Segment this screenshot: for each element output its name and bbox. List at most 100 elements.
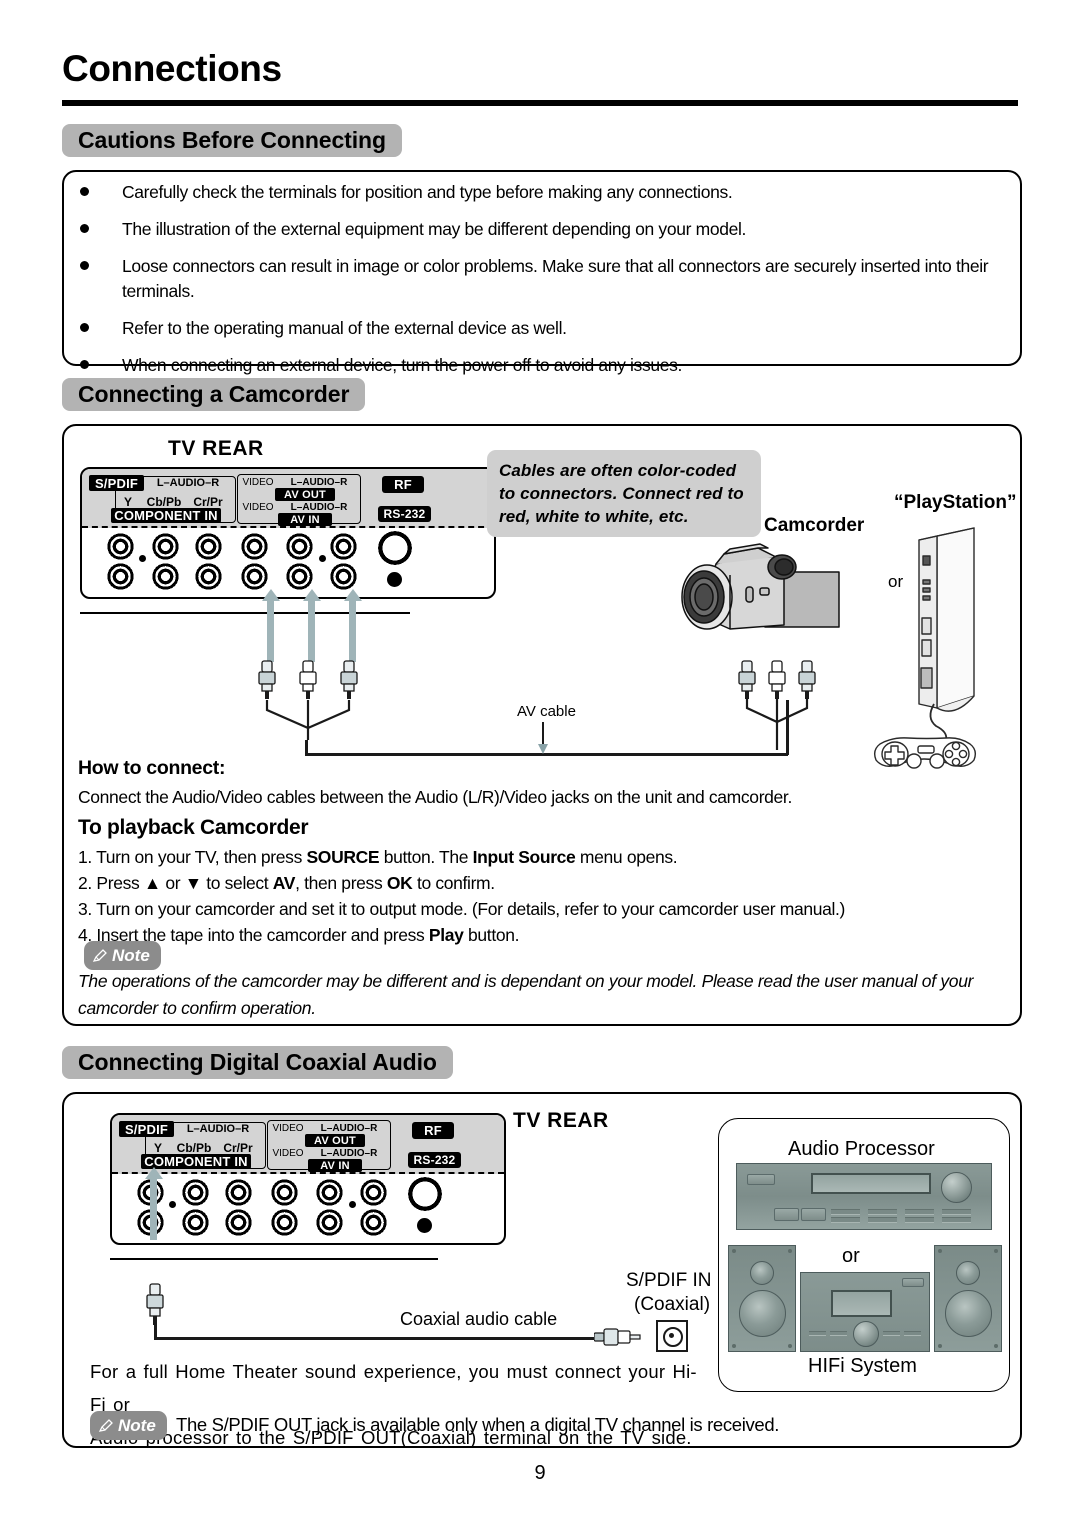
pencil-icon — [98, 1418, 113, 1432]
spdif-connection-arrow-head-icon — [145, 1167, 163, 1179]
hifi-button — [902, 1278, 924, 1287]
video-label-in: VIDEO — [272, 1148, 304, 1159]
speaker-right-illustration — [934, 1245, 1002, 1352]
step-number: 3. — [78, 899, 92, 919]
step-text-mid: button. The — [379, 847, 473, 867]
list-item: Loose connectors can result in image or … — [80, 254, 1020, 304]
spdif-in-jack — [656, 1320, 688, 1352]
list-item: Refer to the operating manual of the ext… — [80, 316, 1020, 341]
step-text: Press ▲ or ▼ to select — [96, 873, 273, 893]
av-cable-split-tv — [265, 700, 351, 740]
spdif-label: S/PDIF — [119, 1121, 174, 1137]
tv-rear-label-coaxial: TV REAR — [513, 1109, 609, 1132]
hifi-system-label: HIFi System — [808, 1355, 917, 1377]
list-item-text: Refer to the operating manual of the ext… — [122, 318, 567, 338]
step-item: 2. Press ▲ or ▼ to select AV, then press… — [78, 870, 978, 896]
l-audio-r-label-component: L–AUDIO–R — [186, 1122, 250, 1135]
section-heading-camcorder: Connecting a Camcorder — [62, 378, 366, 411]
coaxial-body-text: For a full Home Theater sound experience… — [90, 1355, 710, 1454]
jack — [359, 1208, 388, 1237]
jack — [240, 562, 269, 591]
amp-slot — [868, 1209, 897, 1215]
jack — [106, 562, 135, 591]
list-item-text: The illustration of the external equipme… — [122, 219, 747, 239]
jack — [181, 1178, 210, 1207]
hifi-system-illustration — [800, 1272, 930, 1352]
jack — [151, 532, 180, 561]
amp-slot — [905, 1209, 934, 1215]
amp-button — [801, 1208, 826, 1221]
panel-dot-icon — [139, 555, 146, 562]
cr-pr-label: Cr/Pr — [193, 495, 223, 509]
note-label: Note — [112, 945, 150, 965]
connection-arrow — [308, 600, 315, 662]
rf-jack — [378, 531, 412, 565]
speaker-tweeter — [956, 1261, 980, 1285]
spdif-in-label: S/PDIF IN — [626, 1270, 712, 1291]
section-heading-cautions: Cautions Before Connecting — [62, 124, 402, 157]
jack — [270, 1208, 299, 1237]
av-in-label: AV IN — [308, 1159, 362, 1172]
amp-slot — [831, 1217, 860, 1223]
step-text-after: to confirm. — [412, 873, 495, 893]
panel-dot-icon — [319, 555, 326, 562]
cautions-bullet-list: Carefully check the terminals for positi… — [80, 180, 1020, 390]
video-label-out: VIDEO — [272, 1123, 304, 1134]
connection-arrow-head-icon — [344, 589, 362, 601]
speaker-tweeter — [750, 1261, 774, 1285]
rs232-jack — [387, 572, 402, 587]
jack — [194, 562, 223, 591]
step-number: 2. — [78, 873, 92, 893]
note-text-coaxial: The S/PDIF OUT jack is available only wh… — [176, 1414, 780, 1435]
list-item: Carefully check the terminals for positi… — [80, 180, 1020, 205]
step-item: 1. Turn on your TV, then press SOURCE bu… — [78, 844, 978, 870]
audio-processor-illustration — [736, 1163, 992, 1230]
av-in-label: AV IN — [278, 513, 332, 526]
cr-pr-label: Cr/Pr — [223, 1141, 253, 1155]
hifi-slot — [830, 1331, 847, 1336]
amp-slot — [942, 1209, 971, 1215]
coaxial-cable-label: Coaxial audio cable — [400, 1309, 558, 1329]
av-cable-label: AV cable — [517, 703, 576, 720]
coax-cable-horizontal — [154, 1337, 596, 1340]
bullet-dot-icon — [80, 323, 89, 332]
list-item-text: When connecting an external device, turn… — [122, 355, 683, 375]
speaker-woofer — [739, 1290, 786, 1337]
or-label-coaxial: or — [842, 1245, 860, 1267]
cable-color-tip-bubble: Cables are often color-coded to connecto… — [487, 450, 761, 537]
cb-pb-label: Cb/Pb — [146, 495, 182, 509]
y-label: Y — [153, 1141, 162, 1155]
tv-rear-label-camcorder: TV REAR — [168, 437, 264, 460]
amp-slot — [868, 1217, 897, 1223]
step-number: 1. — [78, 847, 92, 867]
playstation-illustration — [873, 527, 977, 769]
jack — [270, 1178, 299, 1207]
jack — [329, 562, 358, 591]
list-item-text: Loose connectors can result in image or … — [122, 256, 989, 301]
tv-rear-panel-coaxial: S/PDIF L–AUDIO–R Y Cb/Pb Cr/Pr COMPONENT… — [110, 1113, 506, 1245]
jack — [315, 1208, 344, 1237]
step-text-mid: button. — [463, 925, 520, 945]
step-bold-1: Play — [428, 925, 464, 945]
speaker-left-illustration — [728, 1245, 796, 1352]
jack — [151, 562, 180, 591]
jack — [240, 532, 269, 561]
video-label-out: VIDEO — [242, 477, 274, 488]
list-item: The illustration of the external equipme… — [80, 217, 1020, 242]
cb-pb-label: Cb/Pb — [176, 1141, 212, 1155]
speaker-woofer — [945, 1290, 992, 1337]
note-label: Note — [118, 1415, 156, 1435]
rf-label: RF — [382, 476, 424, 493]
playstation-label: “PlayStation” — [894, 492, 1017, 513]
hifi-slot — [883, 1331, 900, 1336]
panel-dot-icon — [169, 1201, 176, 1208]
note-text-camcorder: The operations of the camcorder may be d… — [78, 971, 974, 1018]
jack — [224, 1178, 253, 1207]
list-item-text: Carefully check the terminals for positi… — [122, 182, 733, 202]
bullet-dot-icon — [80, 360, 89, 369]
av-cable-leader-arrow-icon — [538, 744, 548, 754]
amp-display — [811, 1173, 931, 1194]
bullet-dot-icon — [80, 224, 89, 233]
video-label-in: VIDEO — [242, 502, 274, 513]
hifi-slot — [809, 1331, 826, 1336]
